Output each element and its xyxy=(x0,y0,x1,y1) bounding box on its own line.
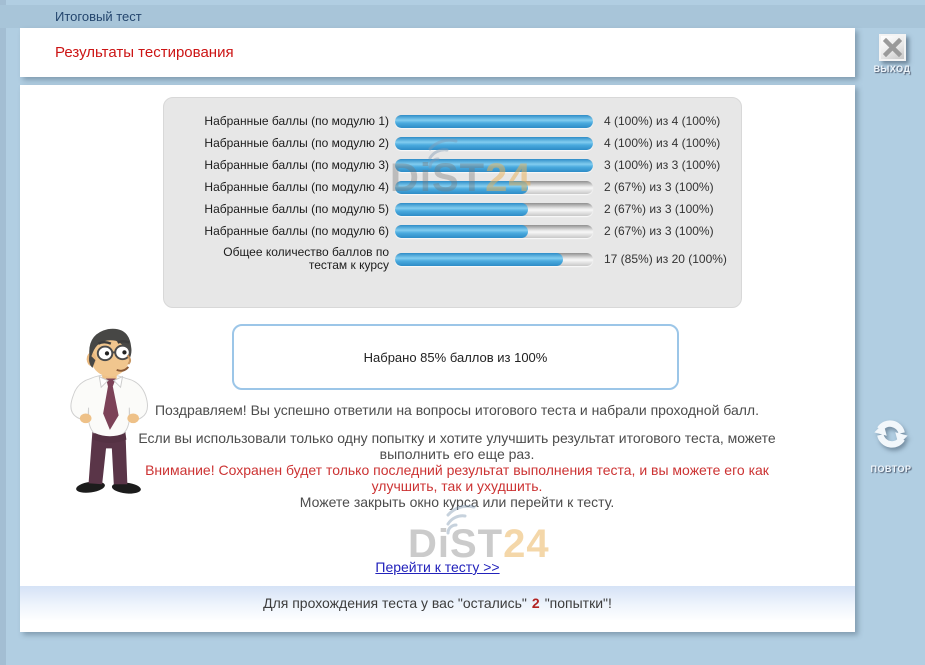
result-message: Поздравляем! Вы успешно ответили на вопр… xyxy=(133,402,781,510)
score-value: 4 (100%) из 4 (100%) xyxy=(604,114,720,128)
score-label: Набранные баллы (по модулю 2) xyxy=(182,137,389,150)
score-row: Общее количество баллов по тестам к курс… xyxy=(182,246,741,272)
score-value: 2 (67%) из 3 (100%) xyxy=(604,224,714,238)
overall-score-box: Набрано 85% баллов из 100% xyxy=(232,324,679,390)
progress-bar-fill xyxy=(395,181,528,194)
progress-bar-fill xyxy=(395,115,593,128)
window-title: Итоговый тест xyxy=(55,9,142,24)
warning-text: Внимание! Сохранен будет только последни… xyxy=(133,462,781,494)
score-value: 2 (67%) из 3 (100%) xyxy=(604,202,714,216)
refresh-icon[interactable] xyxy=(869,412,913,456)
scores-rows: Набранные баллы (по модулю 1) 4 (100%) и… xyxy=(182,114,741,272)
progress-bar-track xyxy=(395,203,593,216)
window-titlebar: Итоговый тест xyxy=(0,5,925,28)
score-label: Набранные баллы (по модулю 5) xyxy=(182,203,389,216)
repeat-button-label: ПОВТОР xyxy=(858,464,924,474)
close-icon[interactable] xyxy=(879,34,906,61)
score-row: Набранные баллы (по модулю 4) 2 (67%) из… xyxy=(182,180,741,194)
results-content-panel: Набранные баллы (по модулю 1) 4 (100%) и… xyxy=(20,85,855,632)
repeat-button[interactable]: ПОВТОР xyxy=(858,412,924,474)
progress-bar-track xyxy=(395,181,593,194)
window-left-border xyxy=(0,0,6,665)
attempts-text-prefix: Для прохождения теста у вас "остались" xyxy=(263,595,527,611)
progress-bar-track xyxy=(395,225,593,238)
score-row: Набранные баллы (по модулю 6) 2 (67%) из… xyxy=(182,224,741,238)
attempts-status-bar: Для прохождения теста у вас "остались" 2… xyxy=(20,586,855,620)
page-title: Результаты тестирования xyxy=(55,44,234,61)
score-label: Набранные баллы (по модулю 3) xyxy=(182,159,389,172)
score-row: Набранные баллы (по модулю 5) 2 (67%) из… xyxy=(182,202,741,216)
progress-bar-fill xyxy=(395,137,593,150)
attempts-count: 2 xyxy=(532,595,540,611)
score-row: Набранные баллы (по модулю 3) 3 (100%) и… xyxy=(182,158,741,172)
progress-bar-fill xyxy=(395,159,593,172)
progress-bar-track xyxy=(395,253,593,266)
score-value: 3 (100%) из 3 (100%) xyxy=(604,158,720,172)
module-scores-panel: Набранные баллы (по модулю 1) 4 (100%) и… xyxy=(163,97,742,308)
close-info-text: Можете закрыть окно курса или перейти к … xyxy=(133,494,781,510)
progress-bar-track xyxy=(395,159,593,172)
exit-button[interactable]: ВЫХОД xyxy=(863,34,921,74)
progress-bar-fill xyxy=(395,225,528,238)
score-value: 2 (67%) из 3 (100%) xyxy=(604,180,714,194)
score-label: Набранные баллы (по модулю 1) xyxy=(182,115,389,128)
score-row: Набранные баллы (по модулю 1) 4 (100%) и… xyxy=(182,114,741,128)
page: { "window": { "title": "Итоговый тест" }… xyxy=(0,0,925,665)
congrats-text: Поздравляем! Вы успешно ответили на вопр… xyxy=(133,402,781,418)
score-row: Набранные баллы (по модулю 2) 4 (100%) и… xyxy=(182,136,741,150)
score-label: Набранные баллы (по модулю 4) xyxy=(182,181,389,194)
overall-score-text: Набрано 85% баллов из 100% xyxy=(364,350,548,365)
go-to-test-link[interactable]: Перейти к тесту >> xyxy=(375,559,499,575)
score-value: 4 (100%) из 4 (100%) xyxy=(604,136,720,150)
score-label: Набранные баллы (по модулю 6) xyxy=(182,225,389,238)
exit-button-label: ВЫХОД xyxy=(863,64,921,74)
go-to-test-row: Перейти к тесту >> xyxy=(20,559,855,577)
progress-bar-track xyxy=(395,137,593,150)
progress-bar-fill xyxy=(395,203,528,216)
progress-bar-fill xyxy=(395,253,563,266)
score-label: Общее количество баллов по тестам к курс… xyxy=(182,246,389,272)
score-value: 17 (85%) из 20 (100%) xyxy=(604,252,727,266)
retry-info-text: Если вы использовали только одну попытку… xyxy=(133,430,781,462)
results-header-panel: Результаты тестирования xyxy=(20,28,855,77)
attempts-text-suffix: "попытки"! xyxy=(545,595,612,611)
progress-bar-track xyxy=(395,115,593,128)
